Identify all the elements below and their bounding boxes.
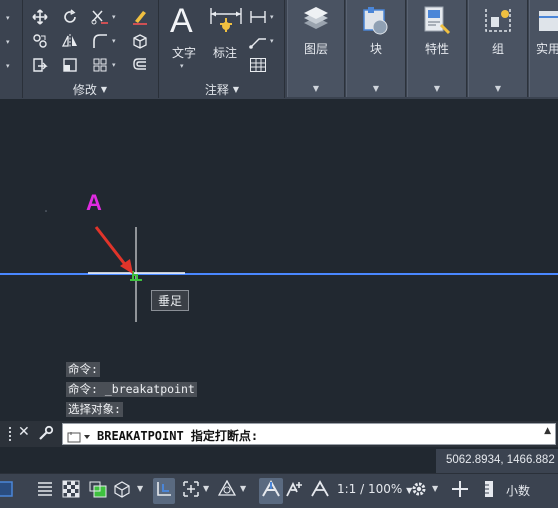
array-icon[interactable] <box>90 55 110 75</box>
chevron-down-icon: ▼ <box>100 84 108 94</box>
dimension-button[interactable]: 标注 <box>208 4 246 64</box>
3d-osnap-dropdown[interactable]: ▼ <box>137 484 143 493</box>
pointer-arrow <box>94 226 133 274</box>
chevron-down-icon: ▼ <box>433 84 441 93</box>
leader-icon[interactable] <box>248 31 268 51</box>
auto-scale-icon[interactable] <box>285 480 305 502</box>
scale-icon[interactable] <box>60 55 80 75</box>
offset-icon[interactable] <box>130 55 150 75</box>
chevron-down-icon: ▼ <box>312 84 320 93</box>
array-dropdown[interactable]: ▾ <box>112 61 116 69</box>
group-button[interactable]: 组 ▼ <box>468 0 528 97</box>
table-icon[interactable] <box>248 55 268 75</box>
annotation-scale-select[interactable]: 1:1 / 100% ▼ <box>337 482 412 496</box>
dynamic-ucs-icon[interactable] <box>153 478 175 504</box>
drag-handle[interactable] <box>8 426 12 442</box>
leader-dropdown[interactable]: ▾ <box>270 37 274 45</box>
ribbon: ▾ ▾ ▾ ▾ ▾ ▾ 修改 ▼ A 文字 ▾ 标注 ▾ ▾ 注释 ▼ 图层 ▼… <box>0 0 558 99</box>
modify-panel-footer[interactable]: 修改 ▼ <box>22 80 158 98</box>
model-space-icon[interactable] <box>0 480 14 502</box>
utilities-button[interactable]: 实用 <box>529 0 558 97</box>
trim-icon[interactable] <box>90 7 110 27</box>
layers-button[interactable]: 图层 ▼ <box>287 0 345 97</box>
annotation-scale-icon[interactable] <box>310 480 330 502</box>
group-icon <box>485 9 511 32</box>
history-line: 命令: <box>66 362 100 377</box>
plus-icon[interactable] <box>451 480 469 502</box>
marker-label: A <box>86 190 102 215</box>
fillet-dropdown[interactable]: ▾ <box>112 37 116 45</box>
panel-separator <box>284 0 285 98</box>
command-line-bar: ✕ BREAKATPOINT 指定打断点: ▲ <box>0 421 558 447</box>
annotation-panel-label: 注释 <box>204 82 229 97</box>
command-input[interactable]: BREAKATPOINT 指定打断点: ▲ <box>62 423 556 445</box>
chevron-down-icon: ▼ <box>494 84 502 93</box>
close-icon[interactable]: ✕ <box>18 424 30 440</box>
modify-panel-label: 修改 <box>72 82 97 97</box>
dimension-dropdown[interactable]: ▾ <box>270 13 274 21</box>
fillet-icon[interactable] <box>90 31 110 51</box>
block-button[interactable]: 块 ▼ <box>346 0 406 97</box>
status-bar: ▼ ▼ ▼ 1:1 / 100% ▼ ▼ 小数 <box>0 473 558 508</box>
stray-point <box>45 210 47 212</box>
history-line: 命令: _breakatpoint <box>66 382 197 397</box>
history-line: 选择对象: <box>66 402 123 417</box>
text-label: 文字 <box>172 46 197 60</box>
chevron-down-icon: ▼ <box>372 84 380 93</box>
utilities-icon <box>539 11 558 31</box>
text-dropdown[interactable]: ▾ <box>180 62 184 70</box>
drawing-canvas[interactable]: A 垂足 命令: 命令: _breakatpoint 选择对象: <box>0 99 558 417</box>
annotation-visibility-icon[interactable] <box>259 478 283 504</box>
utilities-label: 实用 <box>536 42 558 56</box>
annotation-panel-footer[interactable]: 注释 ▼ <box>160 80 284 98</box>
workspace-dropdown[interactable]: ▼ <box>432 484 438 493</box>
units-value[interactable]: 小数 <box>506 482 530 499</box>
properties-label: 特性 <box>424 42 449 56</box>
stretch-icon[interactable] <box>30 55 50 75</box>
coordinates-readout: 5062.8934, 1466.882 <box>446 454 555 466</box>
block-label: 块 <box>369 42 382 56</box>
layers-label: 图层 <box>303 42 328 56</box>
command-prompt-icon[interactable] <box>67 428 91 447</box>
trim-dropdown[interactable]: ▾ <box>112 13 116 21</box>
rotate-icon[interactable] <box>60 7 80 27</box>
lineweight-icon[interactable] <box>36 480 54 502</box>
text-button[interactable]: A 文字 <box>166 2 202 62</box>
panel-separator <box>158 0 159 98</box>
command-prompt-text: BREAKATPOINT 指定打断点: <box>97 429 259 443</box>
units-icon[interactable] <box>484 480 494 502</box>
dropdown-arrow[interactable]: ▾ <box>6 14 10 22</box>
gear-icon[interactable] <box>410 480 428 502</box>
linear-dimension-icon[interactable] <box>248 7 268 27</box>
mirror-icon[interactable] <box>60 31 80 51</box>
wrench-icon[interactable] <box>38 425 54 445</box>
properties-button[interactable]: 特性 ▼ <box>407 0 467 97</box>
dropdown-arrow[interactable]: ▾ <box>6 38 10 46</box>
dynamic-input-dropdown[interactable]: ▼ <box>203 484 209 493</box>
transparency-icon[interactable] <box>62 480 80 502</box>
text-icon: A <box>170 2 193 40</box>
osnap-tooltip: 垂足 <box>151 290 189 311</box>
block-icon <box>363 7 388 35</box>
annotation-scale-value: 1:1 / 100% <box>337 482 403 496</box>
gizmo-dropdown[interactable]: ▼ <box>240 484 246 493</box>
move-icon[interactable] <box>30 7 50 27</box>
explode-icon[interactable] <box>130 31 150 51</box>
3d-osnap-icon[interactable] <box>113 480 131 502</box>
dimension-icon <box>210 8 242 32</box>
gizmo-icon[interactable] <box>217 479 237 502</box>
history-toggle-icon[interactable]: ▲ <box>544 426 551 436</box>
dynamic-input-icon[interactable] <box>182 480 200 502</box>
selection-cycling-icon[interactable] <box>88 480 108 502</box>
properties-icon <box>424 6 451 35</box>
dimension-label: 标注 <box>213 46 238 60</box>
group-label: 组 <box>491 42 504 56</box>
dropdown-arrow[interactable]: ▾ <box>6 62 10 70</box>
copy-icon[interactable] <box>30 31 50 51</box>
erase-icon[interactable] <box>130 7 150 27</box>
chevron-down-icon: ▼ <box>232 84 240 94</box>
coordinates-panel[interactable]: 5062.8934, 1466.882 <box>436 449 558 473</box>
layers-icon <box>304 7 328 29</box>
